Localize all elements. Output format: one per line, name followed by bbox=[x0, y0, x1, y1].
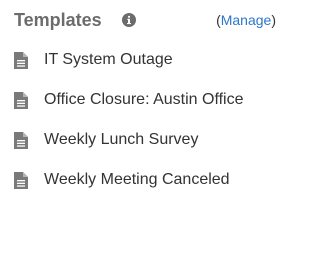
info-icon[interactable] bbox=[122, 13, 136, 27]
template-label: Weekly Meeting Canceled bbox=[44, 171, 230, 188]
templates-header: Templates (Manage) bbox=[14, 8, 276, 32]
template-label: Office Closure: Austin Office bbox=[44, 91, 244, 108]
document-icon bbox=[14, 132, 28, 149]
template-item-weekly-lunch-survey[interactable]: Weekly Lunch Survey bbox=[14, 130, 276, 150]
templates-panel: Templates (Manage) IT System Outage Offi… bbox=[0, 0, 284, 253]
templates-list: IT System Outage Office Closure: Austin … bbox=[14, 50, 276, 190]
templates-title: Templates bbox=[14, 10, 102, 30]
manage-link[interactable]: Manage bbox=[221, 12, 272, 28]
manage-close-paren: ) bbox=[271, 12, 276, 28]
manage-wrapper: (Manage) bbox=[216, 10, 276, 30]
template-item-weekly-meeting-canceled[interactable]: Weekly Meeting Canceled bbox=[14, 170, 276, 190]
document-icon bbox=[14, 172, 28, 189]
template-label: Weekly Lunch Survey bbox=[44, 131, 199, 148]
template-item-it-system-outage[interactable]: IT System Outage bbox=[14, 50, 276, 70]
document-icon bbox=[14, 52, 28, 69]
template-label: IT System Outage bbox=[44, 51, 173, 68]
template-item-office-closure-austin-office[interactable]: Office Closure: Austin Office bbox=[14, 90, 276, 110]
document-icon bbox=[14, 92, 28, 109]
